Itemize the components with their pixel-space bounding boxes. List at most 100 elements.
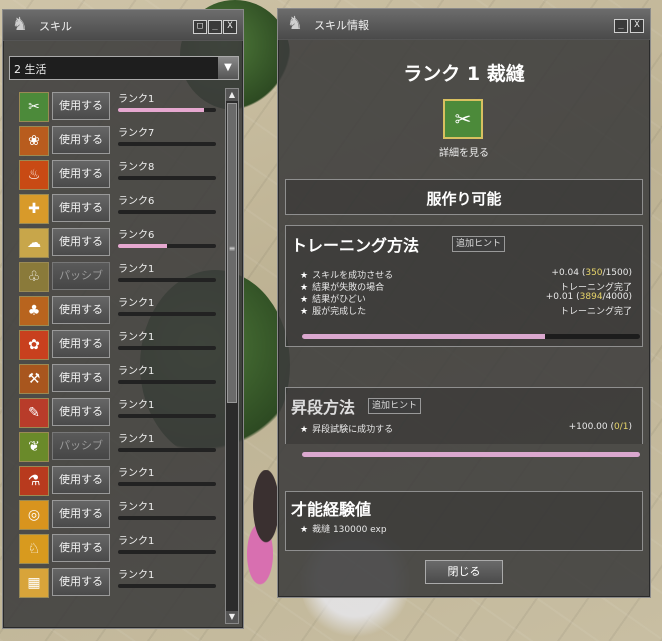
skill-rank-label: ランク1 — [118, 434, 155, 445]
tree-icon[interactable]: ♣ — [19, 296, 49, 326]
skill-rank-label: ランク8 — [118, 162, 155, 173]
use-skill-button[interactable]: 使用する — [52, 296, 110, 324]
skill-info-window[interactable]: ♞ スキル情報 _ X ランク 1 裁縫 ✂ 詳細を見る 服作り可能 トレーニン… — [277, 8, 651, 598]
training-progress-bar — [302, 334, 640, 339]
skill-rank-bar — [118, 448, 216, 452]
skill-rank-bar — [118, 312, 216, 316]
info-row: ★ 服が完成した トレーニング完了 — [300, 304, 632, 317]
chevron-down-icon[interactable]: ▼ — [218, 57, 238, 79]
use-skill-button[interactable]: 使用する — [52, 160, 110, 188]
skill-category-value: 2 生活 — [14, 63, 47, 76]
use-skill-button[interactable]: 使用する — [52, 194, 110, 222]
skill-rank-bar — [118, 380, 216, 384]
herbalism-icon[interactable]: ❦ — [19, 432, 49, 462]
sewing-icon[interactable]: ✂ — [443, 99, 483, 139]
skill-info-titlebar[interactable]: ♞ スキル情報 _ X — [278, 9, 650, 40]
weaving-icon[interactable]: ❀ — [19, 126, 49, 156]
use-skill-button[interactable]: 使用する — [52, 364, 110, 392]
use-skill-button[interactable]: 使用する — [52, 228, 110, 256]
scroll-down-arrow-icon[interactable]: ▼ — [226, 611, 238, 623]
use-skill-button[interactable]: 使用する — [52, 398, 110, 426]
campfire-icon[interactable]: ♨ — [19, 160, 49, 190]
taming-icon[interactable]: ♘ — [19, 534, 49, 564]
skill-row: ♘ 使用する ランク1 — [19, 532, 219, 566]
skill-rank-heading: ランク 1 裁縫 — [403, 63, 525, 85]
skill-rank-label: ランク1 — [118, 468, 155, 479]
training-panel: トレーニング方法 追加ヒント ★ スキルを成功させる +0.04 (350/1500… — [285, 225, 643, 347]
info-row: ★ 昇段試験に成功する +100.00 (0/1) — [300, 422, 632, 435]
minimize-button[interactable]: _ — [614, 19, 628, 33]
skill-category-select[interactable]: 2 生活 ▼ — [9, 56, 239, 80]
info-row-value: +0.04 (350/1500) — [551, 268, 632, 278]
training-hint-button[interactable]: 追加ヒント — [452, 236, 506, 252]
close-button[interactable]: X — [630, 19, 644, 33]
rest-icon[interactable]: ♧ — [19, 262, 49, 292]
promotion-hint-button[interactable]: 追加ヒント — [368, 398, 422, 414]
skill-rank-bar — [118, 516, 216, 520]
use-skill-button[interactable]: 使用する — [52, 534, 110, 562]
scroll-thumb[interactable]: ≡ — [227, 103, 237, 403]
use-skill-button[interactable]: 使用する — [52, 466, 110, 494]
craftable-text: 服作り可能 — [426, 190, 502, 208]
sewing-icon[interactable]: ✂ — [19, 92, 49, 122]
craftable-panel: 服作り可能 — [285, 179, 643, 215]
view-details-link[interactable]: 詳細を見る — [424, 144, 504, 159]
skill-rank-label: ランク1 — [118, 332, 155, 343]
skill-rank-bar — [118, 346, 216, 350]
skill-rank-label: ランク6 — [118, 230, 155, 241]
info-row-value: +0.01 (3894/4000) — [545, 292, 632, 302]
gathering-icon[interactable]: ✿ — [19, 330, 49, 360]
grip-icon: ≡ — [228, 244, 236, 253]
skill-window[interactable]: ♞ スキル □ _ X 2 生活 ▼ ✂ 使用する ランク1 ❀ 使用する ランク7 ♨ 使用… — [2, 9, 244, 629]
skill-row: ✿ 使用する ランク1 — [19, 328, 219, 362]
skill-row: ♣ 使用する ランク1 — [19, 294, 219, 328]
scroll-up-arrow-icon[interactable]: ▲ — [226, 89, 238, 101]
close-dialog-button[interactable]: 閉じる — [425, 560, 503, 584]
minimize-button[interactable]: _ — [208, 20, 222, 34]
smithing-icon[interactable]: ⚒ — [19, 364, 49, 394]
info-row-value: +100.00 (0/1) — [568, 422, 632, 432]
skill-row: ♨ 使用する ランク8 — [19, 158, 219, 192]
use-skill-button[interactable]: 使用する — [52, 126, 110, 154]
skill-rank-bar — [118, 414, 216, 418]
use-skill-button[interactable]: 使用する — [52, 568, 110, 596]
potion-icon[interactable]: ⚗ — [19, 466, 49, 496]
skill-rank-bar — [118, 482, 216, 486]
skill-rank-label: ランク1 — [118, 94, 155, 105]
cooking-icon[interactable]: ☁ — [19, 228, 49, 258]
skill-rank-label: ランク1 — [118, 502, 155, 513]
skill-rank-bar — [118, 142, 216, 146]
skill-rank-label: ランク1 — [118, 264, 155, 275]
skill-row: ✎ 使用する ランク1 — [19, 396, 219, 430]
skill-rank-bar — [118, 244, 216, 248]
training-title: トレーニング方法 — [291, 236, 420, 255]
use-skill-button[interactable]: 使用する — [52, 92, 110, 120]
restore-button[interactable]: □ — [193, 20, 207, 34]
skill-rank-label: ランク1 — [118, 298, 155, 309]
info-row-text: 服が完成した — [312, 307, 367, 317]
use-skill-button[interactable]: 使用する — [52, 330, 110, 358]
promotion-title: 昇段方法 — [291, 398, 356, 417]
info-row: ★ 結果が失敗の場合 トレーニング完了 — [300, 280, 632, 293]
passive-button: パッシブ — [52, 262, 110, 290]
close-button[interactable]: X — [223, 20, 237, 34]
fishing-net-icon[interactable]: ▦ — [19, 568, 49, 598]
star-icon: ★ — [300, 525, 309, 535]
info-row: ★ 結果がひどい +0.01 (3894/4000) — [300, 292, 632, 305]
info-row: ★ 裁縫 130000 exp — [300, 522, 632, 535]
promotion-progress-fill — [302, 452, 640, 457]
milling-icon[interactable]: ◎ — [19, 500, 49, 530]
skill-rank-label: ランク1 — [118, 400, 155, 411]
skill-list-scrollbar[interactable]: ▲ ≡ ▼ — [225, 88, 239, 624]
skill-window-titlebar[interactable]: ♞ スキル □ _ X — [3, 10, 243, 41]
knight-emblem-icon: ♞ — [286, 13, 304, 34]
fishing-icon[interactable]: ✎ — [19, 398, 49, 428]
first-aid-icon[interactable]: ✚ — [19, 194, 49, 224]
info-row-text: 昇段試験に成功する — [312, 425, 394, 435]
skill-rank-label: ランク1 — [118, 570, 155, 581]
skill-row: ⚒ 使用する ランク1 — [19, 362, 219, 396]
skill-row: ⚗ 使用する ランク1 — [19, 464, 219, 498]
use-skill-button[interactable]: 使用する — [52, 500, 110, 528]
skill-rank-bar — [118, 176, 216, 180]
skill-rank-bar — [118, 108, 216, 112]
